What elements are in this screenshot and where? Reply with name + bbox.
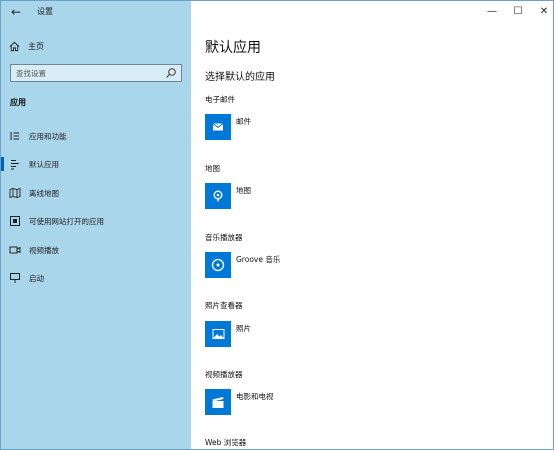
back-button[interactable]: ← <box>7 3 25 21</box>
search-box[interactable] <box>10 64 182 82</box>
sidebar-item-label: 启动 <box>29 274 44 283</box>
sidebar-item-offline-maps[interactable]: 离线地图 <box>1 185 191 201</box>
page-subtitle: 选择默认的应用 <box>205 72 275 83</box>
app-name: 邮件 <box>236 117 251 126</box>
settings-window: ← 设置 主页 应用 应用和功能 <box>0 0 554 450</box>
section-title: 应用 <box>10 98 26 107</box>
photos-icon <box>205 321 231 347</box>
startup-icon <box>10 273 20 283</box>
search-input[interactable] <box>11 65 161 81</box>
page-title: 默认应用 <box>205 40 261 56</box>
sidebar-item-apps-for-websites[interactable]: 可使用网站打开的应用 <box>1 213 191 229</box>
sidebar-item-video-playback[interactable]: 视频播放 <box>1 242 191 258</box>
sidebar-item-label: 离线地图 <box>29 189 59 198</box>
minimize-button[interactable]: — <box>485 5 499 19</box>
main-content: — ☐ ✕ 默认应用 选择默认的应用 电子邮件 邮件 地图 地图 音乐播放器 G… <box>191 1 553 449</box>
back-arrow-icon: ← <box>10 5 22 19</box>
mail-icon <box>205 114 231 140</box>
apps-features-icon <box>10 132 19 140</box>
category-label-video-player: 视频播放器 <box>205 370 243 379</box>
offline-maps-icon <box>9 187 21 199</box>
video-playback-icon <box>9 246 21 254</box>
default-apps-icon <box>11 160 19 170</box>
app-name: 电影和电视 <box>236 392 274 401</box>
sidebar-item-apps-features[interactable]: 应用和功能 <box>1 128 191 144</box>
app-name: Groove 音乐 <box>236 255 281 264</box>
sidebar-item-startup[interactable]: 启动 <box>1 270 191 286</box>
sidebar-item-default-apps[interactable]: 默认应用 <box>1 156 191 172</box>
sidebar-item-label: 视频播放 <box>29 246 59 255</box>
close-button[interactable]: ✕ <box>537 5 551 19</box>
app-name: 地图 <box>236 186 251 195</box>
home-label: 主页 <box>28 41 44 51</box>
maps-icon <box>205 183 231 209</box>
category-label-maps: 地图 <box>205 164 220 173</box>
title-bar: ← 设置 <box>1 1 191 23</box>
sidebar: ← 设置 主页 应用 应用和功能 <box>1 1 191 449</box>
app-name: 照片 <box>236 324 251 333</box>
apps-for-websites-icon <box>10 216 20 226</box>
category-label-email: 电子邮件 <box>205 95 235 104</box>
category-label-music-player: 音乐播放器 <box>205 233 243 242</box>
window-title: 设置 <box>37 7 53 16</box>
sidebar-item-label: 应用和功能 <box>29 132 67 141</box>
maximize-button[interactable]: ☐ <box>511 5 525 19</box>
groove-music-icon <box>205 252 231 278</box>
sidebar-item-label: 默认应用 <box>29 160 59 169</box>
movies-tv-icon <box>205 389 231 415</box>
search-icon[interactable] <box>165 67 177 79</box>
sidebar-item-home[interactable]: 主页 <box>9 39 44 53</box>
category-label-photo-viewer: 照片查看器 <box>205 301 243 310</box>
sidebar-item-label: 可使用网站打开的应用 <box>29 217 104 226</box>
category-label-web-browser: Web 浏览器 <box>205 438 247 447</box>
home-icon <box>9 41 20 51</box>
